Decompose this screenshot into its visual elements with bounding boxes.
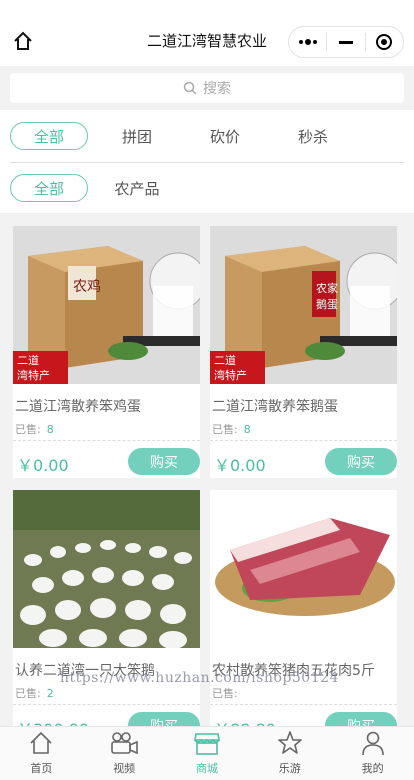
filter-group-buy[interactable]: 拼团	[98, 122, 176, 150]
category-filter-row: 全部 农产品	[0, 168, 414, 208]
tab-label: 乐游	[278, 762, 301, 775]
filter-divider	[10, 162, 404, 163]
search-input[interactable]: 搜索	[10, 73, 404, 103]
search-placeholder: 搜索	[203, 81, 231, 97]
page-title: 二道江湾智慧农业	[146, 32, 267, 50]
tab-bar: 首页 视频 商城 乐游 我的	[0, 726, 414, 780]
buy-button[interactable]: 购买	[128, 448, 200, 475]
sold-count: 已售: 8	[212, 423, 251, 436]
product-name[interactable]: 认养二道湾一只大笨鹅	[15, 660, 155, 680]
mini-program-capsule	[288, 26, 404, 58]
product-price: ￥0.00	[17, 456, 69, 475]
card-divider	[210, 704, 397, 705]
svg-text:湾特产: 湾特产	[17, 368, 50, 382]
filter-bargain[interactable]: 砍价	[186, 122, 264, 150]
card-divider	[13, 704, 200, 705]
product-card[interactable]: 农鸡 二道 湾特产 二道江湾散养笨鸡蛋 已售: 8 ￥0.00 购买	[13, 226, 200, 478]
product-card[interactable]: 农村散养笨猪肉五花肉5斤 已售: ￥88.80 购买	[210, 490, 397, 726]
product-price: ￥300.00	[17, 716, 89, 726]
card-divider	[210, 440, 397, 441]
tab-mine[interactable]: 我的	[331, 727, 414, 780]
svg-text:二道: 二道	[214, 353, 236, 367]
product-price: ￥88.80	[214, 716, 276, 726]
close-button[interactable]	[366, 27, 403, 57]
product-name[interactable]: 二道江湾散养笨鹅蛋	[212, 396, 338, 416]
user-icon	[361, 731, 384, 756]
shop-icon	[194, 733, 220, 755]
minimize-button[interactable]	[327, 27, 364, 57]
star-icon	[277, 731, 302, 754]
product-image[interactable]	[13, 490, 200, 648]
tab-shop[interactable]: 商城	[166, 727, 249, 780]
navigation-bar: 二道江湾智慧农业	[0, 0, 414, 66]
filter-panel: 全部 拼团 砍价 秒杀 全部 农产品	[0, 110, 414, 214]
product-image[interactable]	[210, 490, 397, 648]
target-icon	[376, 34, 393, 50]
home-icon[interactable]	[8, 26, 38, 56]
search-area: 搜索	[0, 66, 414, 110]
tab-label: 我的	[361, 762, 384, 775]
image-caption: 农鸡	[73, 278, 101, 295]
more-icon	[298, 39, 317, 45]
category-farm-products[interactable]: 农产品	[98, 174, 176, 202]
category-all[interactable]: 全部	[10, 174, 88, 202]
tab-home[interactable]: 首页	[0, 727, 83, 780]
buy-button[interactable]: 购买	[325, 448, 397, 475]
tab-label: 商城	[195, 762, 218, 775]
card-divider	[13, 440, 200, 441]
product-name[interactable]: 二道江湾散养笨鸡蛋	[15, 396, 141, 416]
type-filter-row: 全部 拼团 砍价 秒杀	[0, 116, 414, 156]
buy-button[interactable]: 购买	[128, 712, 200, 726]
more-button[interactable]	[289, 27, 326, 57]
sold-count: 已售:	[212, 687, 238, 700]
image-caption: 农家	[316, 281, 338, 295]
camera-icon	[111, 732, 138, 755]
product-name[interactable]: 农村散养笨猪肉五花肉5斤	[212, 660, 375, 680]
filter-flash-sale[interactable]: 秒杀	[274, 122, 352, 150]
sold-count: 已售: 8	[15, 423, 54, 436]
tab-video[interactable]: 视频	[83, 727, 166, 780]
buy-button[interactable]: 购买	[325, 712, 397, 726]
sold-count: 已售: 2	[15, 687, 54, 700]
product-card[interactable]: 农家 鹅蛋 二道 湾特产 二道江湾散养笨鹅蛋 已售: 8 ￥0.00 购买	[210, 226, 397, 478]
product-image[interactable]: 农鸡 二道 湾特产	[13, 226, 200, 384]
tab-label: 首页	[30, 762, 53, 775]
home-icon	[30, 731, 52, 754]
svg-text:二道: 二道	[17, 353, 39, 367]
search-icon	[183, 81, 197, 95]
tab-travel[interactable]: 乐游	[248, 727, 331, 780]
tab-label: 视频	[113, 762, 136, 775]
minus-icon	[338, 40, 353, 44]
product-card[interactable]: 认养二道湾一只大笨鹅 已售:2 ￥300.00 购买	[13, 490, 200, 726]
product-grid: 农鸡 二道 湾特产 二道江湾散养笨鸡蛋 已售: 8 ￥0.00 购买 农家 鹅蛋…	[0, 214, 414, 726]
filter-all[interactable]: 全部	[10, 122, 88, 150]
product-price: ￥0.00	[214, 456, 266, 475]
svg-text:鹅蛋: 鹅蛋	[316, 297, 338, 311]
svg-text:湾特产: 湾特产	[214, 368, 247, 382]
product-image[interactable]: 农家 鹅蛋 二道 湾特产	[210, 226, 397, 384]
